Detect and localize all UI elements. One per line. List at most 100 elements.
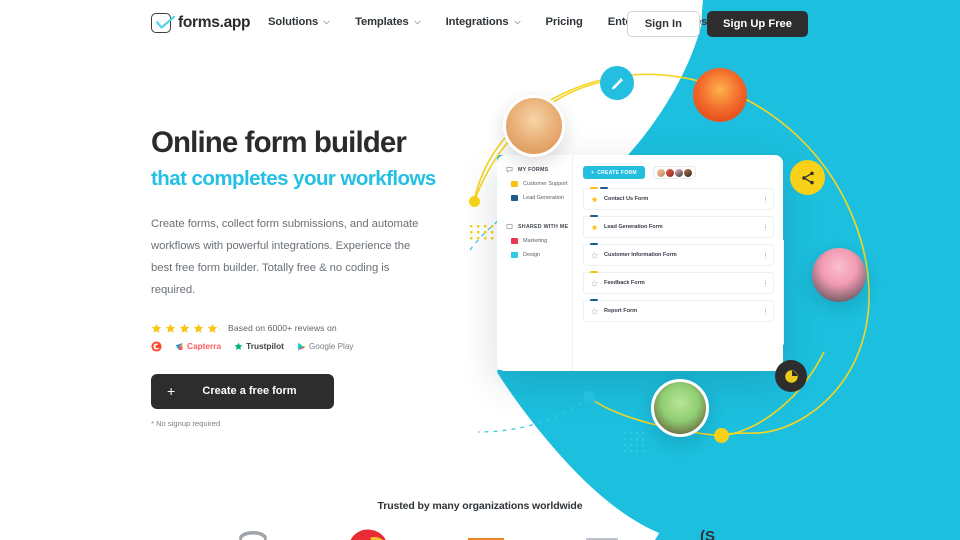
share-button[interactable] xyxy=(790,160,825,195)
sidebar-item-design[interactable]: Design xyxy=(497,252,572,258)
nav-label: Integrations xyxy=(445,16,509,28)
form-name: Report Form xyxy=(604,308,638,314)
sidebar-item-lead-generation[interactable]: Lead Generation xyxy=(497,195,572,201)
share-box-icon xyxy=(506,224,513,229)
site-header: forms.app Solutions Templates Integratio… xyxy=(0,0,960,48)
cyan-dot-grid xyxy=(624,432,648,454)
page-subtitle: that completes your workflows xyxy=(151,167,436,191)
more-vertical-icon[interactable] xyxy=(764,223,766,231)
folder-icon xyxy=(511,252,518,258)
sidebar-item-label: Lead Generation xyxy=(523,195,564,201)
review-platform-badges: G2 Capterra Trustpilot xyxy=(151,341,451,352)
hero-description: Create forms, collect form submissions, … xyxy=(151,217,419,296)
table-row[interactable]: Customer Information Form xyxy=(583,243,774,266)
sign-in-button[interactable]: Sign In xyxy=(626,11,700,37)
plus-icon: + xyxy=(167,383,176,400)
folder-icon xyxy=(511,181,518,187)
trustpilot-star-icon xyxy=(234,342,243,350)
g2-icon xyxy=(151,341,162,352)
sidebar-section-label: SHARED WITH ME xyxy=(518,223,569,230)
nav-item-templates[interactable]: Templates xyxy=(355,16,421,28)
star-outline-icon[interactable] xyxy=(591,307,598,315)
hero-content: Online form builder that completes your … xyxy=(151,126,451,428)
create-form-label: CREATE FORM xyxy=(597,169,637,176)
logo[interactable]: forms.app xyxy=(151,13,251,33)
app-mockup: MY FORMS Customer Support Lead Generatio… xyxy=(497,155,783,371)
mockup-toolbar: + CREATE FORM xyxy=(583,166,774,179)
star-icon xyxy=(179,323,190,333)
sidebar-item-marketing[interactable]: Marketing xyxy=(497,238,572,244)
folder-icon xyxy=(511,195,518,201)
avatar-hero-woman-left xyxy=(503,95,565,157)
logo-text: forms.app xyxy=(178,14,251,31)
star-icon xyxy=(165,323,176,333)
star-icon[interactable] xyxy=(591,196,598,203)
plus-icon: + xyxy=(591,169,595,176)
table-row[interactable]: Lead Generation Form xyxy=(583,215,774,238)
page-title: Online form builder xyxy=(151,126,407,159)
avatar-hero-man-pink xyxy=(812,248,866,302)
star-icon[interactable] xyxy=(591,224,598,231)
nav-item-pricing[interactable]: Pricing xyxy=(546,16,583,28)
chevron-down-icon xyxy=(323,20,330,24)
create-form-button[interactable]: + CREATE FORM xyxy=(583,166,645,179)
sidebar-divider-space xyxy=(497,209,572,223)
more-vertical-icon[interactable] xyxy=(764,251,766,259)
create-free-form-button[interactable]: + Create a free form xyxy=(151,373,334,409)
form-tags xyxy=(590,271,598,274)
more-vertical-icon[interactable] xyxy=(764,307,766,315)
avatar-collaborator-4 xyxy=(683,168,692,177)
trusted-section: Trusted by many organizations worldwide xyxy=(0,500,960,512)
reviews-block: Based on 6000+ reviews on G2 xyxy=(151,323,451,352)
sidebar-item-label: Design xyxy=(523,252,541,258)
client-logos: (S xyxy=(0,524,960,540)
form-name: Feedback Form xyxy=(604,280,645,286)
badge-google-play[interactable]: Google Play xyxy=(297,342,354,351)
capterra-icon xyxy=(175,342,183,350)
avatar-collaborator-2 xyxy=(665,168,674,177)
google-play-icon xyxy=(298,342,305,350)
badge-trustpilot[interactable]: Trustpilot xyxy=(234,341,284,351)
nav-item-integrations[interactable]: Integrations xyxy=(446,16,521,28)
form-check-icon xyxy=(151,13,176,33)
client-logo-2 xyxy=(350,529,386,540)
chevron-down-icon xyxy=(513,20,521,24)
avatar-collaborator-3 xyxy=(674,168,683,177)
star-icon xyxy=(207,323,218,333)
table-row[interactable]: Report Form xyxy=(583,299,774,322)
badge-g2[interactable]: G2 xyxy=(151,341,162,352)
form-tags xyxy=(590,215,598,218)
avatar-hero-child-orange xyxy=(693,68,747,122)
form-tags xyxy=(590,299,598,302)
trusted-title: Trusted by many organizations worldwide xyxy=(377,500,583,512)
badge-capterra[interactable]: Capterra xyxy=(175,341,221,351)
client-logo-5: (S xyxy=(700,528,715,540)
no-signup-note: * No signup required xyxy=(151,418,221,428)
sidebar-item-customer-support[interactable]: Customer Support xyxy=(497,181,572,187)
chat-bubble-icon xyxy=(506,167,513,173)
mockup-main-panel: + CREATE FORM Contact Us Form Lead Gener… xyxy=(573,155,783,371)
nav-item-solutions[interactable]: Solutions xyxy=(268,16,330,28)
table-row[interactable]: Feedback Form xyxy=(583,271,774,294)
client-logo-1 xyxy=(239,531,267,540)
star-icon xyxy=(193,323,204,333)
sidebar-section-my-forms: MY FORMS xyxy=(497,166,572,173)
star-outline-icon[interactable] xyxy=(591,279,598,287)
arc-dot-cyan-bottom xyxy=(583,391,596,404)
star-outline-icon[interactable] xyxy=(591,251,598,259)
sidebar-item-label: Marketing xyxy=(523,238,548,244)
sign-up-button[interactable]: Sign Up Free xyxy=(707,11,808,37)
analytics-button[interactable] xyxy=(775,360,807,392)
more-vertical-icon[interactable] xyxy=(764,279,766,287)
cta-label: Create a free form xyxy=(202,385,297,398)
table-row[interactable]: Contact Us Form xyxy=(583,187,774,210)
share-nodes-icon xyxy=(801,171,814,184)
more-vertical-icon[interactable] xyxy=(764,195,766,203)
reviews-count-text: Based on 6000+ reviews on xyxy=(228,323,337,334)
collaborator-avatars[interactable] xyxy=(652,166,696,179)
edit-pencil-button[interactable] xyxy=(600,66,634,100)
nav-label: Solutions xyxy=(268,16,319,28)
auth-buttons: Sign In Sign Up Free xyxy=(626,11,808,37)
mockup-sidebar: MY FORMS Customer Support Lead Generatio… xyxy=(497,155,573,371)
form-name: Customer Information Form xyxy=(604,252,677,258)
